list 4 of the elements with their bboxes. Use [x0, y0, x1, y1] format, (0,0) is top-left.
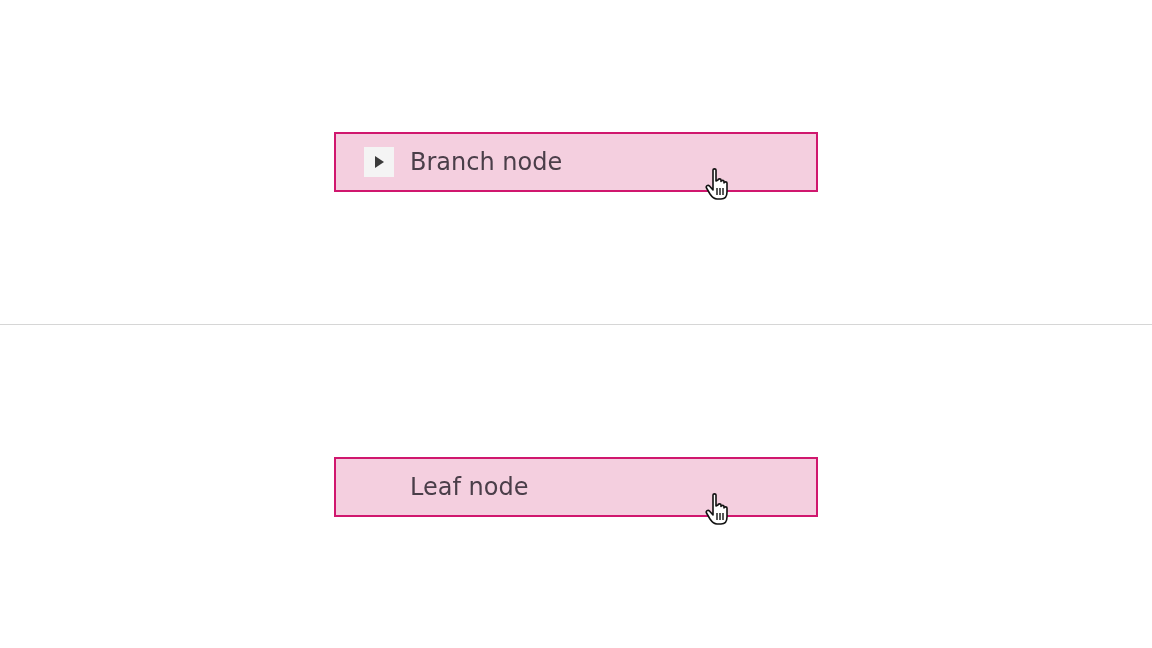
expand-toggle[interactable] [364, 147, 394, 177]
node-label: Branch node [410, 148, 563, 176]
node-label: Leaf node [410, 472, 529, 501]
caret-icon [373, 155, 385, 169]
